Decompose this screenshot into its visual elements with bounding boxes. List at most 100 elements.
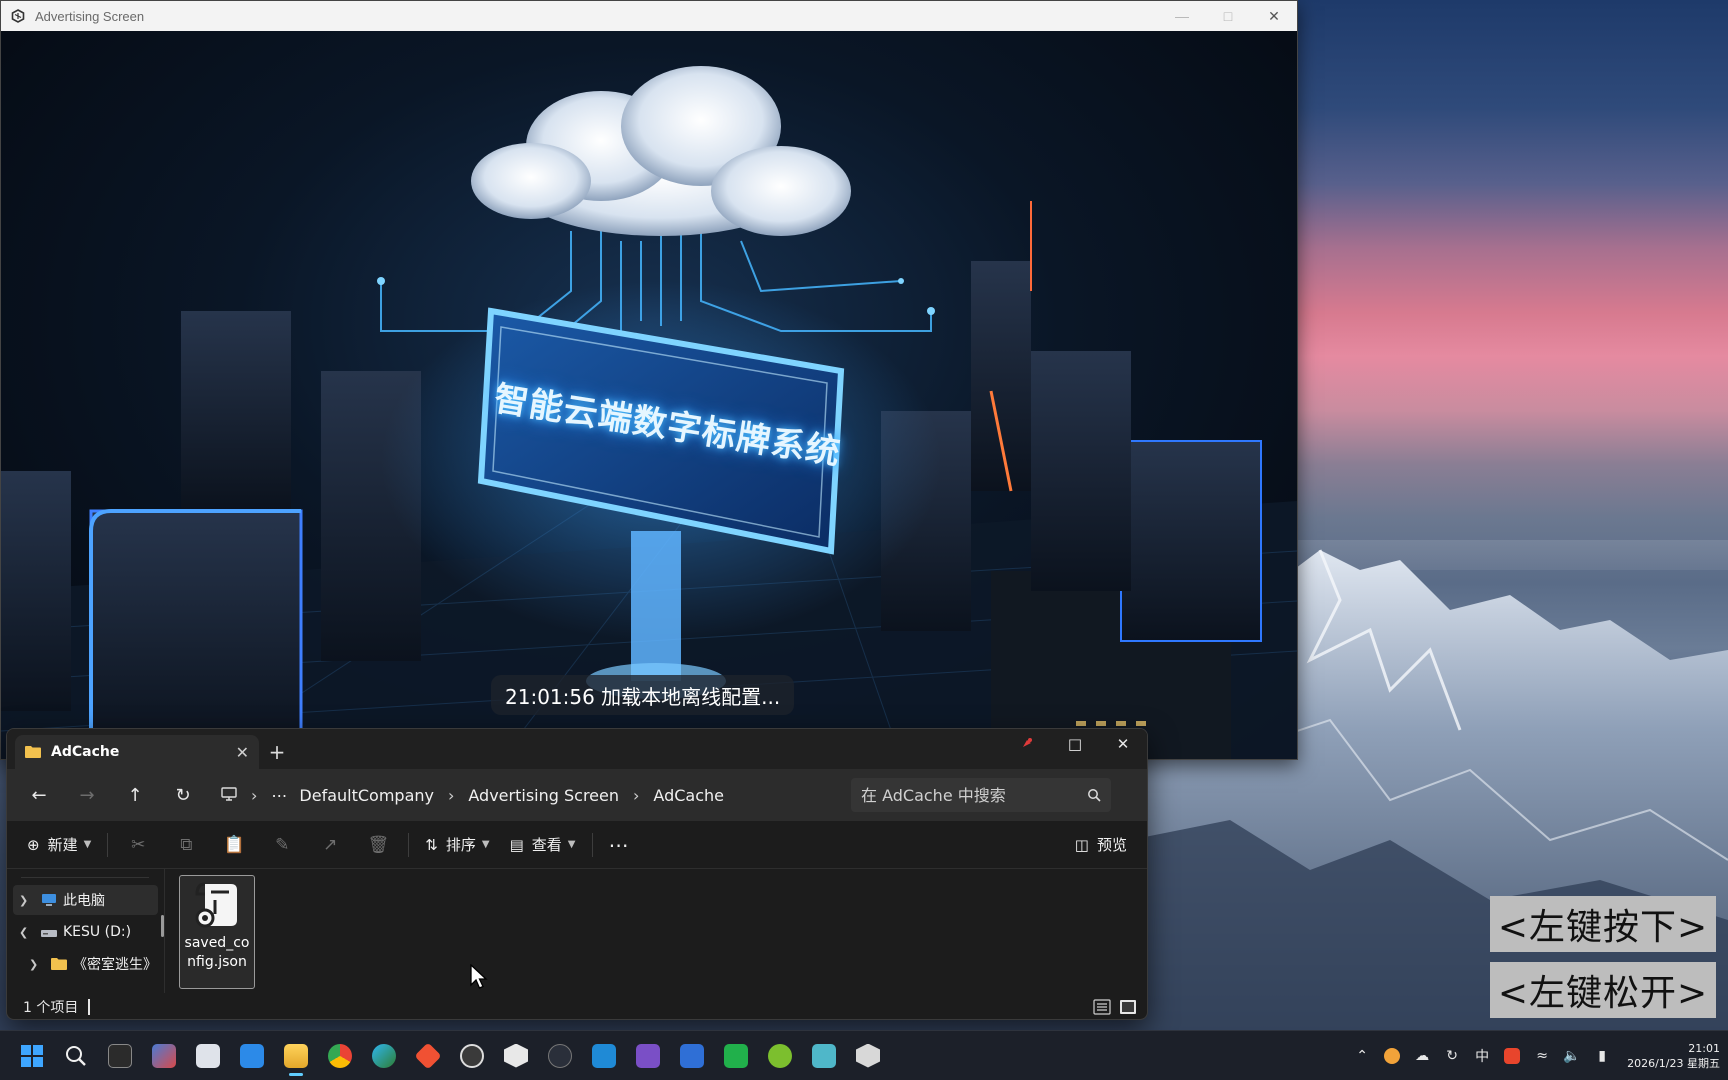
delete-icon[interactable]: 🗑 <box>354 828 402 862</box>
unity-hub-icon[interactable] <box>450 1036 494 1076</box>
advertising-screen-window[interactable]: Advertising Screen — □ ✕ 智能云端数字标牌系统 21:0… <box>0 0 1298 760</box>
new-tab-button[interactable]: + <box>259 735 295 769</box>
view-button[interactable]: ▤ 查看 ▼ <box>500 828 586 862</box>
battery-icon[interactable]: ▮ <box>1587 1041 1617 1071</box>
address-breadcrumb[interactable]: › ⋯ DefaultCompany › Advertising Screen … <box>215 778 843 812</box>
nav-pane-divider <box>21 877 149 878</box>
text-caret <box>88 999 91 1015</box>
notepad-icon[interactable] <box>802 1036 846 1076</box>
new-button[interactable]: ⊕ 新建 ▼ <box>17 828 101 862</box>
store-icon[interactable] <box>230 1036 274 1076</box>
git-icon[interactable] <box>406 1036 450 1076</box>
nav-pane-scrollbar[interactable] <box>161 915 164 937</box>
vscode-icon[interactable] <box>582 1036 626 1076</box>
tray-app-icon[interactable] <box>1377 1041 1407 1071</box>
json-file-icon <box>195 882 237 928</box>
file-name: saved_config.json <box>184 935 250 970</box>
preview-pane-button[interactable]: ◫ 预览 <box>1065 828 1137 862</box>
unity-player-icon[interactable] <box>846 1036 890 1076</box>
chrome-icon[interactable] <box>318 1036 362 1076</box>
search-icon[interactable] <box>54 1036 98 1076</box>
nav-item-kesu-drive[interactable]: ❮ KESU (D:) <box>13 917 158 947</box>
new-button-label: 新建 <box>47 836 78 854</box>
chevron-right-icon[interactable]: › <box>625 786 647 805</box>
sort-button[interactable]: ⇅ 排序 ▼ <box>415 828 499 862</box>
back-button[interactable]: ← <box>15 777 63 813</box>
visual-studio-icon[interactable] <box>626 1036 670 1076</box>
chevron-right-icon[interactable]: › <box>243 786 265 805</box>
preview-button-label: 预览 <box>1096 836 1127 854</box>
rename-icon[interactable]: ✎ <box>258 828 306 862</box>
unity-app-icon <box>9 7 27 25</box>
share-icon[interactable]: ↗ <box>306 828 354 862</box>
chevron-down-icon[interactable]: ❮ <box>19 926 35 939</box>
view-toggle-group <box>1093 999 1137 1015</box>
wechat-icon[interactable] <box>714 1036 758 1076</box>
breadcrumb-adcache[interactable]: AdCache <box>647 786 730 805</box>
show-hidden-icons-icon[interactable]: ⌃ <box>1347 1041 1377 1071</box>
nav-item-label: 此电脑 <box>63 893 105 909</box>
forward-button[interactable]: → <box>63 777 111 813</box>
minimize-button[interactable]: — <box>1159 1 1205 31</box>
search-box[interactable] <box>851 778 1111 812</box>
up-button[interactable]: ↑ <box>111 777 159 813</box>
onedrive-icon[interactable]: ☁ <box>1407 1041 1437 1071</box>
more-options-button[interactable]: ⋯ <box>599 828 639 862</box>
tab-adcache[interactable]: AdCache ✕ <box>15 735 259 769</box>
file-explorer-icon[interactable] <box>274 1036 318 1076</box>
this-pc-icon[interactable] <box>215 786 243 805</box>
close-button[interactable]: ✕ <box>1099 729 1147 759</box>
tasks-icon[interactable] <box>142 1036 186 1076</box>
search-input[interactable] <box>861 785 1087 805</box>
breadcrumb-advertising-screen[interactable]: Advertising Screen <box>462 786 625 805</box>
explorer-tab-bar[interactable]: AdCache ✕ + □ ✕ <box>7 729 1147 769</box>
nav-item-escape-room-folder[interactable]: ❯ 《密室逃生》 <box>13 949 158 979</box>
steam-icon[interactable] <box>538 1036 582 1076</box>
toolbar-divider <box>107 832 109 857</box>
pin-marker-icon <box>1023 738 1032 747</box>
volume-icon[interactable]: 🔈 <box>1557 1041 1587 1071</box>
terminal-icon[interactable] <box>98 1036 142 1076</box>
nav-item-label: 《密室逃生》 <box>73 957 157 973</box>
paste-icon[interactable]: 📋 <box>210 828 258 862</box>
file-explorer-window[interactable]: AdCache ✕ + □ ✕ ← → ↑ ↻ › ⋯ DefaultCompa… <box>6 728 1148 1020</box>
maximize-button[interactable]: □ <box>1051 729 1099 759</box>
app-star-icon[interactable] <box>670 1036 714 1076</box>
file-list-area[interactable]: saved_config.json <box>165 869 1147 993</box>
close-button[interactable]: ✕ <box>1251 1 1297 31</box>
explorer-status-bar: 1 个项目 <box>7 993 1147 1019</box>
ime-indicator[interactable]: 中 <box>1467 1041 1497 1071</box>
toolbar-divider <box>408 832 410 857</box>
app-green-icon[interactable] <box>758 1036 802 1076</box>
details-view-icon[interactable] <box>1093 999 1111 1015</box>
sogou-input-icon[interactable] <box>1497 1041 1527 1071</box>
wifi-icon[interactable]: ≈ <box>1527 1041 1557 1071</box>
view-icon: ▤ <box>509 835 524 854</box>
clock[interactable]: 21:01 2026/1/23 星期五 <box>1627 1041 1720 1071</box>
cut-icon[interactable]: ✂ <box>114 828 162 862</box>
navigation-pane[interactable]: ❯ 此电脑 ❮ KESU (D:) ❯ 《密室逃生》 <box>7 869 165 993</box>
nav-item-this-pc[interactable]: ❯ 此电脑 <box>13 885 158 915</box>
sync-icon[interactable]: ↻ <box>1437 1041 1467 1071</box>
minimize-button[interactable] <box>1003 729 1051 759</box>
preview-pane-icon: ◫ <box>1074 835 1089 854</box>
copy-icon[interactable]: ⧉ <box>162 828 210 862</box>
tab-title: AdCache <box>51 744 120 760</box>
large-icons-view-icon[interactable] <box>1119 999 1137 1015</box>
refresh-button[interactable]: ↻ <box>159 777 207 813</box>
widgets-icon[interactable] <box>186 1036 230 1076</box>
chevron-right-icon[interactable]: › <box>440 786 462 805</box>
chevron-right-icon[interactable]: ❯ <box>29 958 45 971</box>
chevron-down-icon: ▼ <box>481 839 490 850</box>
file-item-saved-config[interactable]: saved_config.json <box>179 875 255 989</box>
explorer-address-bar: ← → ↑ ↻ › ⋯ DefaultCompany › Advertising… <box>7 769 1147 821</box>
breadcrumb-overflow-icon[interactable]: ⋯ <box>265 786 293 805</box>
start-icon[interactable] <box>10 1036 54 1076</box>
breadcrumb-defaultcompany[interactable]: DefaultCompany <box>293 786 440 805</box>
chevron-right-icon[interactable]: ❯ <box>19 894 35 907</box>
ad-window-titlebar[interactable]: Advertising Screen — □ ✕ <box>1 1 1297 31</box>
maximize-button[interactable]: □ <box>1205 1 1251 31</box>
edge-icon[interactable] <box>362 1036 406 1076</box>
tab-close-icon[interactable]: ✕ <box>236 743 249 762</box>
unity-icon[interactable] <box>494 1036 538 1076</box>
